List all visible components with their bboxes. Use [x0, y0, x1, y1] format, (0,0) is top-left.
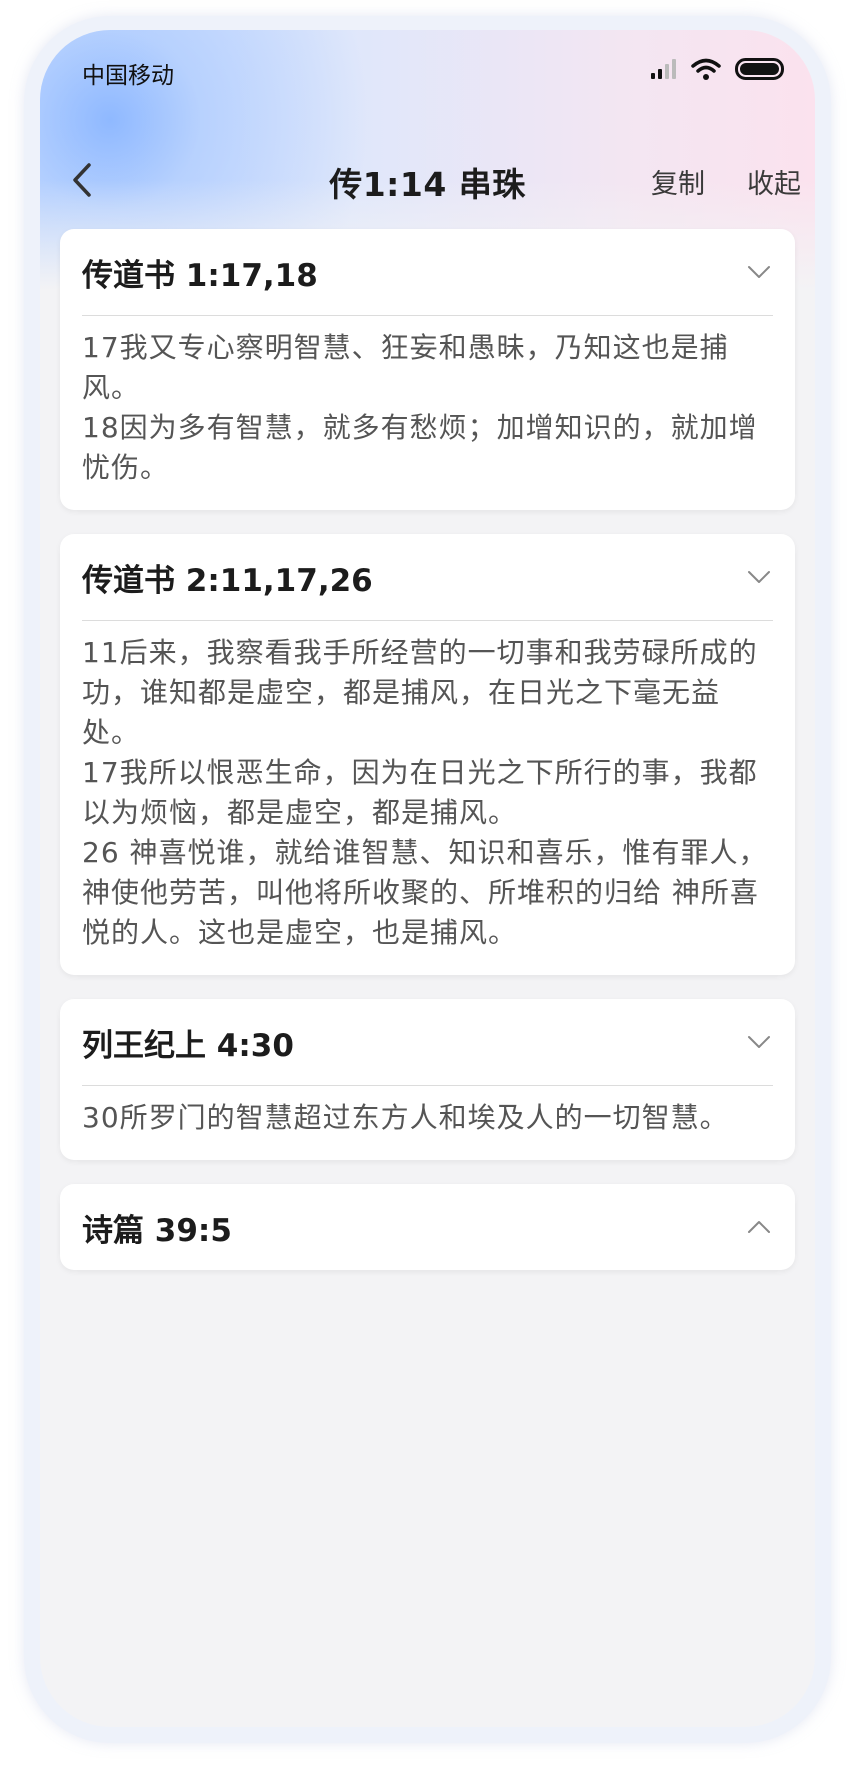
- battery-icon: [735, 58, 784, 80]
- status-bar: 中国移动: [40, 30, 815, 100]
- cellular-signal-icon: [651, 59, 676, 79]
- verse-text: 26 神喜悦谁，就给谁智慧、知识和喜乐，惟有罪人， 神使他劳苦，叫他将所收聚的、…: [82, 836, 768, 949]
- card-header[interactable]: 诗篇 39:5: [82, 1184, 773, 1270]
- chevron-down-icon: [748, 571, 770, 583]
- verse-text: 18因为多有智慧，就多有愁烦；加增知识的，就加增忧伤。: [82, 411, 758, 484]
- card-header[interactable]: 列王纪上 4:30: [82, 999, 773, 1085]
- verse-text: 17我所以恨恶生命，因为在日光之下所行的事，我都以为烦恼，都是虚空，都是捕风。: [82, 756, 758, 829]
- card-title: 列王纪上 4:30: [82, 1027, 294, 1064]
- phone-screen: 中国移动 传1:14 串珠 复制 收起 传道书 1:17,18 17我又专心察明…: [40, 30, 815, 1727]
- card-header[interactable]: 传道书 2:11,17,26: [82, 534, 773, 620]
- card-body: 30所罗门的智慧超过东方人和埃及人的一切智慧。: [82, 1086, 773, 1160]
- chevron-down-icon: [748, 266, 770, 278]
- reference-card: 传道书 1:17,18 17我又专心察明智慧、狂妄和愚昧，乃知这也是捕风。 18…: [60, 229, 795, 510]
- navigation-bar: 传1:14 串珠 复制 收起: [40, 140, 815, 220]
- card-title: 传道书 1:17,18: [82, 257, 318, 294]
- copy-button[interactable]: 复制: [651, 162, 705, 201]
- verse-text: 17我又专心察明智慧、狂妄和愚昧，乃知这也是捕风。: [82, 331, 729, 404]
- card-title: 传道书 2:11,17,26: [82, 562, 373, 599]
- status-icons: [651, 58, 787, 80]
- chevron-up-icon: [748, 1221, 770, 1233]
- reference-card: 列王纪上 4:30 30所罗门的智慧超过东方人和埃及人的一切智慧。: [60, 999, 795, 1160]
- chevron-down-icon: [748, 1036, 770, 1048]
- carrier-name: 中国移动: [82, 63, 174, 89]
- verse-text: 30所罗门的智慧超过东方人和埃及人的一切智慧。: [82, 1101, 729, 1134]
- cross-reference-list: 传道书 1:17,18 17我又专心察明智慧、狂妄和愚昧，乃知这也是捕风。 18…: [60, 229, 795, 1294]
- card-title: 诗篇 39:5: [82, 1212, 232, 1249]
- reference-card: 诗篇 39:5: [60, 1184, 795, 1270]
- card-header[interactable]: 传道书 1:17,18: [82, 229, 773, 315]
- card-body: 11后来，我察看我手所经营的一切事和我劳碌所成的功，谁知都是虚空，都是捕风，在日…: [82, 621, 773, 975]
- verse-text: 11后来，我察看我手所经营的一切事和我劳碌所成的功，谁知都是虚空，都是捕风，在日…: [82, 636, 758, 749]
- reference-card: 传道书 2:11,17,26 11后来，我察看我手所经营的一切事和我劳碌所成的功…: [60, 534, 795, 975]
- card-body: 17我又专心察明智慧、狂妄和愚昧，乃知这也是捕风。 18因为多有智慧，就多有愁烦…: [82, 316, 773, 510]
- collapse-button[interactable]: 收起: [747, 162, 801, 201]
- wifi-icon: [691, 58, 721, 80]
